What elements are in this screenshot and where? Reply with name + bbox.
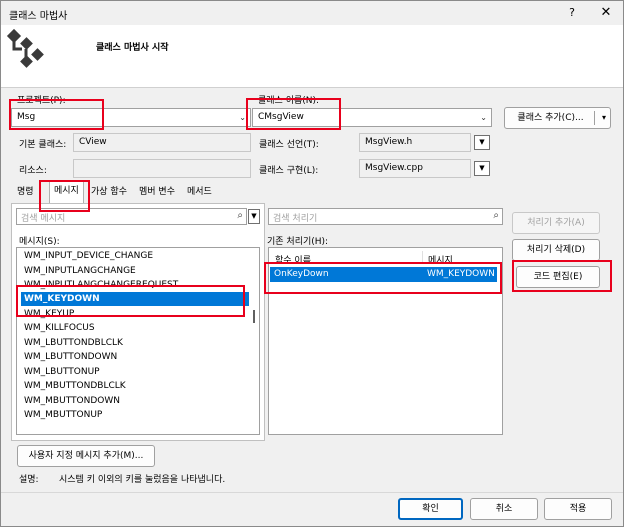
split-divider [594, 111, 595, 125]
add-class-button[interactable]: 클래스 추가(C)... ▾ [504, 107, 611, 129]
list-item[interactable]: WM_KILLFOCUS [24, 321, 95, 335]
class-decl-label: 클래스 선언(T): [259, 140, 319, 150]
tab-commands[interactable]: 명령 [13, 183, 38, 203]
handlers-label: 기존 처리기(H): [267, 237, 329, 247]
class-decl-field: MsgView.h [359, 133, 471, 152]
message-list-scrollbar[interactable] [253, 310, 255, 323]
list-item[interactable]: WM_LBUTTONDOWN [24, 350, 117, 364]
class-decl-dropdown[interactable]: ▼ [474, 135, 490, 150]
class-impl-value: MsgView.cpp [365, 163, 423, 173]
class-impl-dropdown[interactable]: ▼ [474, 161, 490, 176]
message-search-placeholder: 검색 메시지 [21, 214, 66, 224]
handler-search-placeholder: 검색 처리기 [273, 214, 318, 224]
wizard-header: 클래스 마법사 시작 [1, 25, 623, 88]
cancel-button[interactable]: 취소 [470, 498, 538, 520]
add-handler-button[interactable]: 처리기 추가(A) [512, 212, 600, 234]
messages-label: 메시지(S): [19, 237, 60, 247]
highlight-wm-keydown [16, 285, 245, 317]
add-class-label: 클래스 추가(C)... [517, 113, 584, 123]
close-button[interactable]: ✕ [598, 5, 614, 21]
apply-button[interactable]: 적용 [544, 498, 612, 520]
class-decl-value: MsgView.h [365, 137, 413, 147]
description-text: 시스템 키 이외의 키를 눌렀음을 나타냅니다. [59, 475, 226, 485]
title-bar: 클래스 마법사 ? ✕ [1, 1, 623, 25]
class-impl-label: 클래스 구현(L): [259, 166, 319, 176]
list-item[interactable]: WM_LBUTTONDBLCLK [24, 336, 123, 350]
dropdown-arrow-icon[interactable]: ▾ [602, 108, 606, 128]
header-title: 클래스 마법사 시작 [96, 43, 169, 53]
handler-search-input[interactable]: 검색 처리기 ⌕ [268, 208, 503, 225]
highlight-class-name [246, 98, 341, 130]
class-wizard-icon [6, 27, 46, 69]
ok-button[interactable]: 확인 [398, 498, 463, 520]
list-item[interactable]: WM_MBUTTONUP [24, 408, 102, 422]
resource-field [73, 159, 251, 178]
highlight-project [9, 99, 104, 130]
add-custom-message-button[interactable]: 사용자 지정 메시지 추가(M)... [17, 445, 155, 467]
tab-methods[interactable]: 메서드 [183, 183, 216, 203]
highlight-edit-code [512, 260, 612, 292]
class-impl-field: MsgView.cpp [359, 159, 471, 178]
chevron-down-icon: ⌄ [480, 113, 487, 122]
search-icon[interactable]: ⌕ [493, 210, 499, 221]
tab-member-variables[interactable]: 멤버 변수 [135, 183, 179, 203]
resource-label: 리소스: [19, 166, 47, 176]
base-class-field: CView [73, 133, 251, 152]
help-button[interactable]: ? [564, 5, 580, 21]
footer-divider [1, 492, 623, 493]
base-class-label: 기본 클래스: [19, 140, 67, 150]
search-options-dropdown[interactable]: ▼ [248, 209, 260, 224]
list-item[interactable]: WM_MBUTTONDBLCLK [24, 379, 126, 393]
base-class-value: CView [79, 137, 107, 147]
list-item[interactable]: WM_MBUTTONDOWN [24, 394, 120, 408]
list-item[interactable]: WM_INPUT_DEVICE_CHANGE [24, 249, 153, 263]
description-label: 설명: [19, 475, 39, 485]
chevron-down-icon: ⌄ [239, 113, 246, 122]
highlight-handler-row [264, 262, 502, 294]
search-icon[interactable]: ⌕ [237, 210, 243, 221]
list-item[interactable]: WM_INPUTLANGCHANGE [24, 264, 136, 278]
window-title: 클래스 마법사 [9, 11, 68, 22]
list-item[interactable]: WM_LBUTTONUP [24, 365, 100, 379]
delete-handler-button[interactable]: 처리기 삭제(D) [512, 239, 600, 261]
tab-virtual-functions[interactable]: 가상 함수 [87, 183, 131, 203]
highlight-messages-tab [39, 180, 90, 212]
